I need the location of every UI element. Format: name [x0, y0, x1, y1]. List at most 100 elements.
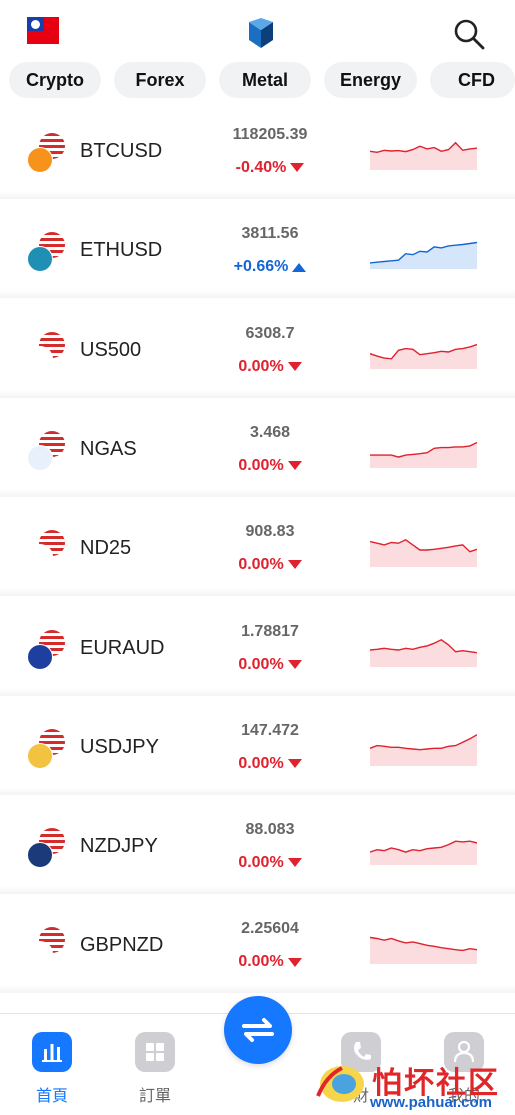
flag-sun	[31, 20, 40, 29]
quote-change-value: -0.40%	[235, 159, 287, 176]
eth-usd-icon	[27, 232, 67, 273]
tab-energy[interactable]: Energy	[324, 62, 417, 98]
row-divider	[0, 985, 515, 994]
swap-button[interactable]	[224, 996, 292, 1064]
quote-symbol: US500	[80, 338, 142, 361]
btc-usd-icon	[27, 133, 67, 173]
quote-row[interactable]: ND25 908.83 0.00%	[0, 497, 515, 597]
quote-change-value: 0.00%	[238, 456, 284, 474]
sparkline-chart	[370, 343, 477, 369]
row-divider	[0, 191, 515, 199]
quote-price: 88.083	[245, 821, 295, 839]
quote-icon-primary	[27, 147, 53, 173]
sparkline-area	[370, 841, 477, 866]
sparkline-chart	[370, 242, 477, 270]
triangle-down-icon	[287, 957, 302, 967]
watermark: 怕坏社区 www.pahuai.com	[312, 1056, 512, 1112]
chart-bar-icon	[32, 1032, 72, 1072]
usd-jpy-icon	[27, 728, 67, 769]
quote-icon-primary	[27, 842, 53, 869]
quote-change-value: 0.00%	[238, 953, 284, 971]
quote-change-value: 0.00%	[238, 556, 284, 574]
triangle-down-icon	[287, 858, 302, 868]
quote-price: 3811.56	[241, 225, 299, 243]
tab-cfd[interactable]: CFD	[430, 62, 515, 98]
quote-symbol: EURAUD	[80, 636, 165, 659]
quote-icon-primary	[27, 444, 53, 471]
swap-arrows-icon	[242, 1018, 274, 1042]
sparkline-chart	[370, 733, 477, 766]
quote-price: 908.83	[245, 523, 295, 541]
tab-forex[interactable]: Forex	[114, 62, 206, 98]
quote-change: +0.66%	[220, 258, 320, 276]
quote-change: 0.00%	[220, 656, 320, 674]
sparkline-area	[370, 734, 477, 766]
row-divider	[0, 786, 515, 795]
quote-icon-primary	[27, 941, 53, 968]
taiwan-flag-icon[interactable]	[27, 17, 59, 44]
tab-metal[interactable]: Metal	[219, 62, 311, 98]
quote-price: 118205.39	[232, 126, 308, 143]
watermark-logo-icon	[316, 1066, 364, 1102]
quote-price: 6308.7	[245, 324, 295, 342]
quote-price: 1.78817	[241, 622, 299, 640]
quote-change: 0.00%	[220, 556, 320, 574]
app-logo-icon	[249, 18, 273, 48]
quote-row[interactable]: GBPNZD 2.25604 0.00%	[0, 894, 515, 994]
gbp-nzd-icon	[27, 927, 67, 968]
quote-row[interactable]: BTCUSD 118205.39 -0.40%	[0, 100, 515, 199]
flag-canton	[27, 17, 44, 31]
sparkline-chart	[370, 937, 477, 965]
row-divider	[0, 488, 515, 497]
quote-icon-primary	[27, 345, 53, 372]
quote-row[interactable]: NGAS 3.468 0.00%	[0, 398, 515, 497]
quote-row[interactable]: US500 6308.7 0.00%	[0, 299, 515, 398]
quote-change: 0.00%	[220, 755, 320, 773]
quote-symbol: BTCUSD	[80, 140, 163, 162]
quote-change-value: 0.00%	[238, 754, 284, 772]
triangle-down-icon	[287, 361, 302, 371]
quote-row[interactable]: USDJPY 147.472 0.00%	[0, 696, 515, 795]
quote-change-value: 0.00%	[238, 357, 284, 375]
triangle-down-icon	[287, 461, 302, 471]
quote-icon-primary	[27, 246, 53, 273]
quote-symbol: ND25	[80, 537, 132, 560]
nav-home-label: 首頁	[35, 1088, 68, 1105]
row-divider	[0, 290, 515, 299]
eur-aud-icon	[27, 629, 67, 670]
sparkline-chart	[370, 539, 477, 568]
top-bar	[0, 0, 515, 62]
triangle-up-icon	[292, 262, 307, 272]
grid-icon	[135, 1032, 175, 1072]
triangle-down-icon	[287, 759, 302, 769]
quote-price: 2.25604	[241, 920, 299, 938]
nzd-jpy-icon	[27, 828, 67, 869]
quote-row[interactable]: NZDJPY 88.083 0.00%	[0, 795, 515, 895]
quote-price: 147.472	[241, 721, 299, 739]
quote-row[interactable]: ETHUSD 3811.56 +0.66%	[0, 199, 515, 299]
quote-change-value: +0.66%	[233, 258, 289, 276]
quote-change: 0.00%	[220, 854, 320, 872]
triangle-down-icon	[287, 560, 302, 570]
search-icon[interactable]	[452, 17, 486, 51]
quote-symbol: ETHUSD	[80, 239, 163, 262]
quote-row[interactable]: EURAUD 1.78817 0.00%	[0, 597, 515, 696]
natural-gas-icon	[27, 430, 67, 471]
sparkline-area	[370, 242, 477, 270]
row-divider	[0, 687, 515, 696]
sparkline-chart	[370, 638, 477, 667]
nav-orders[interactable]: 訂單	[125, 1032, 185, 1105]
quote-change: 0.00%	[220, 457, 320, 475]
quote-symbol: USDJPY	[80, 735, 159, 758]
quote-change-value: 0.00%	[238, 854, 284, 872]
triangle-down-icon	[287, 659, 302, 669]
sparkline-chart	[370, 141, 477, 170]
tab-crypto[interactable]: Crypto	[9, 62, 101, 98]
nav-home[interactable]: 首頁	[22, 1032, 82, 1105]
quote-icon-primary	[27, 544, 53, 571]
sparkline-area	[370, 639, 477, 667]
nd25-icon	[27, 530, 67, 571]
quote-icon-primary	[27, 643, 53, 670]
quote-symbol: NZDJPY	[80, 835, 158, 858]
row-divider	[0, 886, 515, 895]
